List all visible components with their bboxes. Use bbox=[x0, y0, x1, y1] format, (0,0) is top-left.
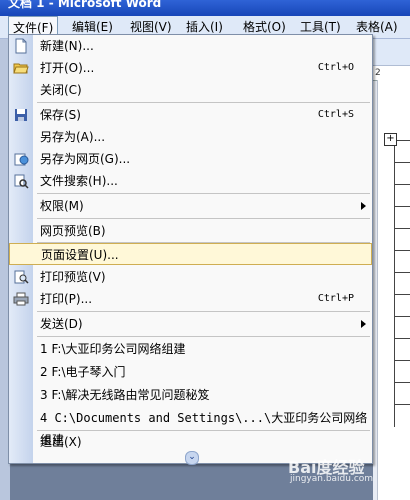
table-cell[interactable] bbox=[394, 250, 410, 273]
file-menu-dropdown: 新建(N)... 打开(O)... Ctrl+O 关闭(C) 保存(S) Ctr… bbox=[8, 34, 373, 465]
watermark-url: jingyan.baidu.com bbox=[290, 474, 374, 484]
menu-item-save-as[interactable]: 另存为(A)... bbox=[9, 126, 372, 148]
file-search-icon bbox=[14, 174, 29, 189]
menu-item-web-preview[interactable]: 网页预览(B) bbox=[9, 220, 372, 242]
menu-item-open[interactable]: 打开(O)... Ctrl+O bbox=[9, 57, 372, 79]
table-move-handle-icon[interactable]: + bbox=[384, 133, 397, 146]
expand-menu-chevron-icon[interactable]: ⌄ bbox=[185, 451, 199, 465]
menu-item-recent-4[interactable]: 4 C:\Documents and Settings\...\大亚印务公司网络… bbox=[9, 407, 372, 447]
formatting-toolbar[interactable] bbox=[373, 39, 410, 66]
menu-item-send[interactable]: 发送(D) bbox=[9, 313, 372, 335]
window-title: 文档 1 - Microsoft Word bbox=[8, 0, 162, 10]
table-cell[interactable] bbox=[394, 206, 410, 229]
table-cell[interactable] bbox=[394, 404, 410, 427]
table-cell[interactable] bbox=[394, 316, 410, 339]
print-preview-icon bbox=[14, 270, 29, 284]
menu-item-recent-3[interactable]: 3 F:\解决无线路由常见问题秘笈 bbox=[9, 384, 372, 406]
table-cell[interactable] bbox=[394, 338, 410, 361]
baidu-jingyan-watermark: Bai度经验 jingyan.baidu.com bbox=[288, 454, 373, 484]
new-document-icon bbox=[15, 38, 27, 54]
menu-item-save[interactable]: 保存(S) Ctrl+S bbox=[9, 104, 372, 126]
table-cell[interactable] bbox=[394, 184, 410, 207]
menu-item-recent-1[interactable]: 1 F:\大亚印务公司网络组建 bbox=[9, 338, 372, 360]
table-cell[interactable] bbox=[394, 272, 410, 295]
menu-item-exit[interactable]: 退出(X) bbox=[9, 431, 372, 453]
menu-item-new[interactable]: 新建(N)... bbox=[9, 35, 372, 57]
table-cell[interactable] bbox=[394, 360, 410, 383]
menu-item-permission[interactable]: 权限(M) bbox=[9, 195, 372, 217]
printer-icon bbox=[13, 292, 29, 306]
table-cell[interactable] bbox=[394, 228, 410, 251]
menu-item-save-as-web[interactable]: 另存为网页(G)... bbox=[9, 148, 372, 170]
menu-separator bbox=[37, 336, 370, 337]
menu-item-page-setup[interactable]: 页面设置(U)... bbox=[9, 243, 372, 265]
horizontal-ruler[interactable]: 2 bbox=[373, 66, 410, 81]
menu-separator bbox=[37, 193, 370, 194]
menu-item-print[interactable]: 打印(P)... Ctrl+P bbox=[9, 288, 372, 310]
menu-separator bbox=[37, 218, 370, 219]
menu-separator bbox=[37, 311, 370, 312]
submenu-arrow-icon bbox=[361, 202, 366, 210]
save-as-web-icon bbox=[14, 153, 29, 166]
table-cell[interactable] bbox=[394, 382, 410, 405]
menu-item-file-search[interactable]: 文件搜索(H)... bbox=[9, 170, 372, 192]
menu-item-print-preview[interactable]: 打印预览(V) bbox=[9, 266, 372, 288]
table-cell[interactable] bbox=[394, 294, 410, 317]
open-folder-icon bbox=[13, 63, 29, 74]
submenu-arrow-icon bbox=[361, 320, 366, 328]
menu-item-close[interactable]: 关闭(C) bbox=[9, 79, 372, 101]
save-disk-icon bbox=[15, 109, 27, 121]
menu-item-recent-2[interactable]: 2 F:\电子琴入门 bbox=[9, 361, 372, 383]
menu-separator bbox=[37, 102, 370, 103]
ruler-mark: 2 bbox=[375, 68, 381, 78]
window-title-bar: 文档 1 - Microsoft Word bbox=[0, 0, 410, 16]
table-cell[interactable] bbox=[394, 162, 410, 185]
